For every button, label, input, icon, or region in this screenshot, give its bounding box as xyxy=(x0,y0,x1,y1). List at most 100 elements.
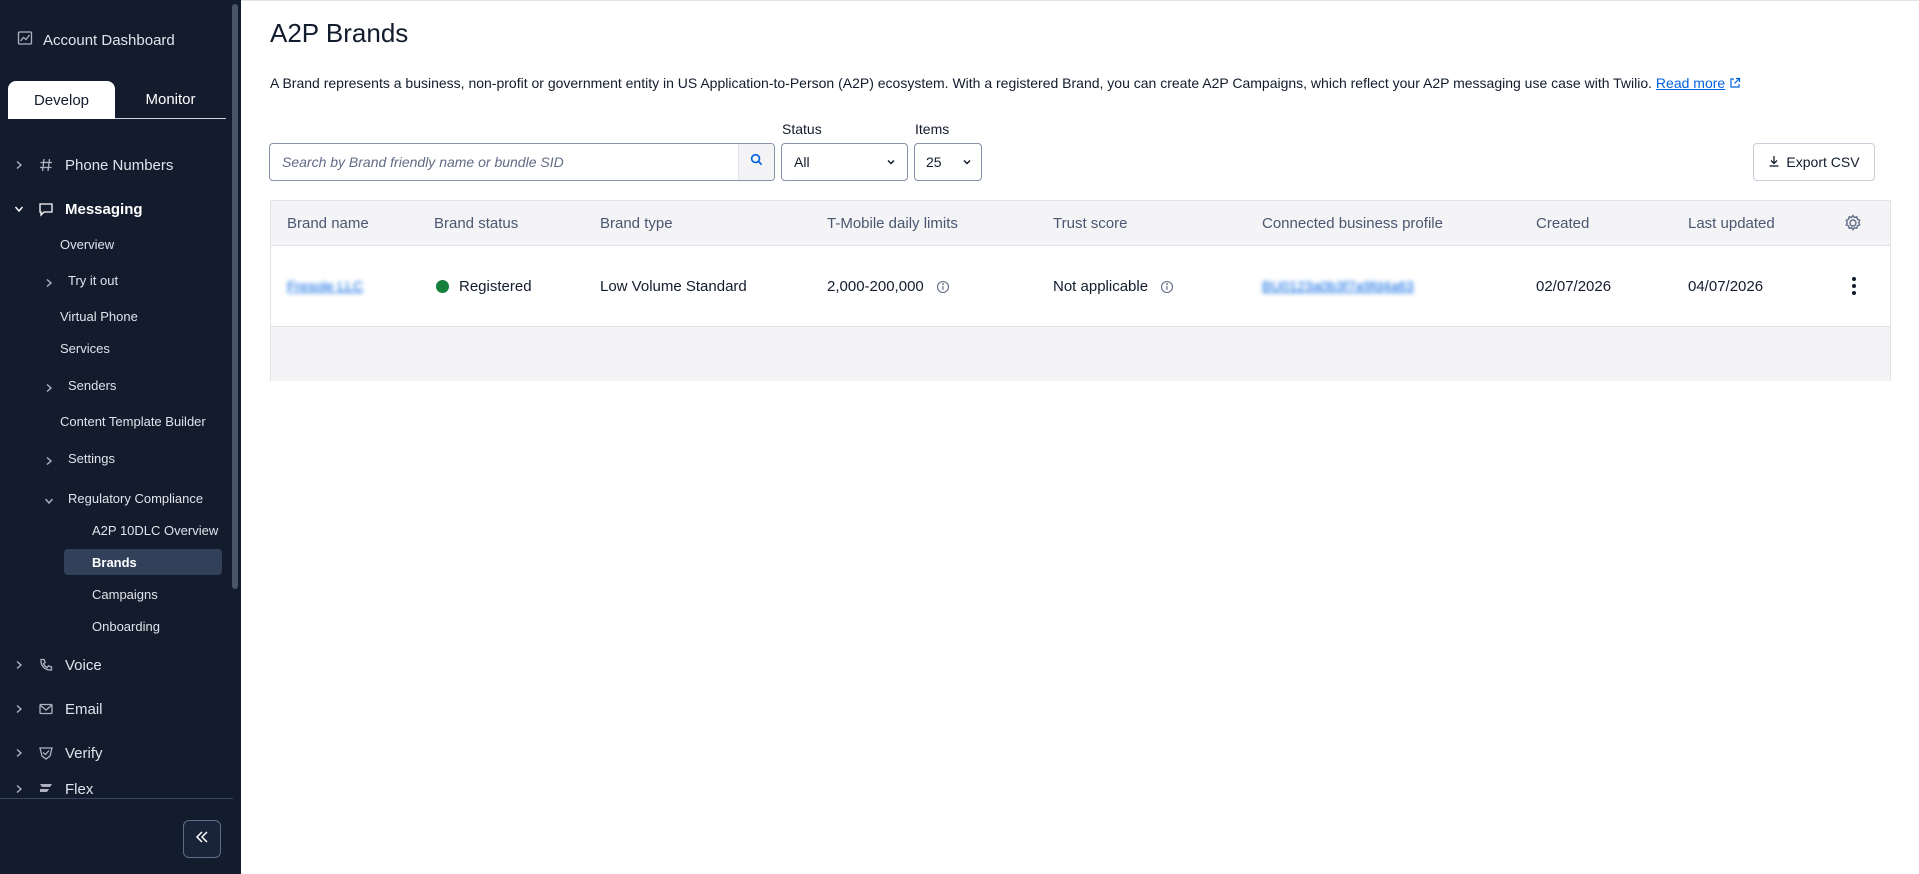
sidebar-divider xyxy=(0,798,233,799)
sidebar-item-a2p-10dlc-overview[interactable]: A2P 10DLC Overview xyxy=(92,523,218,538)
download-icon xyxy=(1768,154,1780,170)
tab-monitor[interactable]: Monitor xyxy=(115,81,226,119)
account-dashboard-link[interactable]: Account Dashboard xyxy=(17,30,175,50)
column-header-created[interactable]: Created xyxy=(1536,215,1589,232)
chevron-right-icon xyxy=(44,453,54,471)
search-placeholder: Search by Brand friendly name or bundle … xyxy=(282,154,564,170)
sidebar-item-voice[interactable]: Voice xyxy=(13,656,102,674)
sidebar-item-label: Voice xyxy=(65,656,102,674)
column-header-brand-type[interactable]: Brand type xyxy=(600,215,673,232)
column-header-tmobile-limits[interactable]: T-Mobile daily limits xyxy=(827,215,958,232)
page-title: A2P Brands xyxy=(270,18,409,48)
status-select-value: All xyxy=(794,154,810,170)
status-registered-icon xyxy=(436,280,449,293)
items-per-page-select[interactable]: 25 xyxy=(914,143,982,181)
sidebar-item-senders[interactable]: Senders xyxy=(68,378,116,393)
sidebar-item-brands[interactable]: Brands xyxy=(92,555,137,570)
collapse-sidebar-button[interactable] xyxy=(183,820,221,858)
chat-icon xyxy=(37,200,55,218)
brand-status-text: Registered xyxy=(459,278,532,295)
sidebar-clip: Flex xyxy=(0,780,233,798)
info-icon[interactable] xyxy=(1160,280,1174,294)
chevron-down-icon xyxy=(44,493,54,511)
description-text: A Brand represents a business, non-profi… xyxy=(270,75,1653,91)
sidebar-item-phone-numbers[interactable]: Phone Numbers xyxy=(13,156,173,174)
sidebar-item-label: Phone Numbers xyxy=(65,156,174,174)
sidebar-item-messaging[interactable]: Messaging xyxy=(13,200,143,218)
items-filter-label: Items xyxy=(915,121,950,137)
flex-icon xyxy=(37,780,55,798)
chevron-right-icon xyxy=(44,275,54,293)
external-link-icon xyxy=(1730,77,1741,88)
sidebar-item-label: Flex xyxy=(65,780,94,798)
chevron-right-icon xyxy=(13,747,25,759)
chevron-right-icon xyxy=(44,380,54,398)
chevron-down-icon xyxy=(963,159,971,165)
mail-icon xyxy=(37,700,55,718)
export-csv-label: Export CSV xyxy=(1786,154,1860,170)
tmobile-limits-text: 2,000-200,000 xyxy=(827,278,924,295)
brand-search-input[interactable]: Search by Brand friendly name or bundle … xyxy=(269,143,775,181)
export-csv-button[interactable]: Export CSV xyxy=(1753,143,1875,181)
hash-icon xyxy=(37,156,55,174)
chevron-down-icon xyxy=(887,159,895,165)
column-header-business-profile[interactable]: Connected business profile xyxy=(1262,215,1443,232)
double-chevron-left-icon xyxy=(194,829,210,850)
trust-score-cell: Not applicable xyxy=(1053,278,1174,295)
sidebar-tabs: Develop Monitor xyxy=(8,81,226,119)
column-header-trust-score[interactable]: Trust score xyxy=(1053,215,1127,232)
sidebar-item-virtual-phone[interactable]: Virtual Phone xyxy=(60,309,138,324)
trust-score-text: Not applicable xyxy=(1053,278,1149,295)
sidebar-item-brands-active[interactable] xyxy=(64,549,222,575)
column-header-brand-status[interactable]: Brand status xyxy=(434,215,518,232)
sidebar-item-onboarding[interactable]: Onboarding xyxy=(92,619,160,634)
chevron-right-icon xyxy=(13,659,25,671)
sidebar-item-label: Verify xyxy=(65,744,103,762)
brand-name-cell: Fresole LLC xyxy=(287,278,363,294)
brand-name-link[interactable]: Fresole LLC xyxy=(287,278,363,294)
created-cell: 02/07/2026 xyxy=(1536,278,1612,295)
table-footer xyxy=(271,327,1890,381)
sidebar-item-label: Email xyxy=(65,700,103,718)
sidebar-item-settings[interactable]: Settings xyxy=(68,451,115,466)
top-border xyxy=(241,0,1919,1)
sidebar: Account Dashboard Develop Monitor Phone … xyxy=(0,0,241,874)
search-button[interactable] xyxy=(738,144,774,180)
gear-icon[interactable] xyxy=(1843,213,1863,233)
last-updated-cell: 04/07/2026 xyxy=(1688,278,1764,295)
status-filter-label: Status xyxy=(782,121,822,137)
sidebar-scrollbar[interactable] xyxy=(232,4,238,589)
business-profile-link[interactable]: BU0123a0b3f7a9fd4a63 xyxy=(1262,278,1414,294)
sidebar-item-try-it-out[interactable]: Try it out xyxy=(68,273,118,288)
page-description: A Brand represents a business, non-profi… xyxy=(270,75,1741,91)
more-options-icon[interactable] xyxy=(1851,276,1857,296)
brand-type-cell: Low Volume Standard xyxy=(600,278,747,295)
sidebar-item-flex[interactable]: Flex xyxy=(13,780,93,798)
verify-shield-icon xyxy=(37,744,55,762)
column-header-brand-name[interactable]: Brand name xyxy=(287,215,369,232)
info-icon[interactable] xyxy=(936,280,950,294)
business-profile-cell: BU0123a0b3f7a9fd4a63 xyxy=(1262,278,1414,294)
chevron-right-icon xyxy=(13,783,25,795)
sidebar-item-regulatory-compliance[interactable]: Regulatory Compliance xyxy=(68,491,203,506)
sidebar-item-campaigns[interactable]: Campaigns xyxy=(92,587,158,602)
chevron-right-icon xyxy=(13,159,25,171)
sidebar-item-services[interactable]: Services xyxy=(60,341,110,356)
status-select[interactable]: All xyxy=(781,143,908,181)
tab-develop[interactable]: Develop xyxy=(8,81,115,119)
chevron-down-icon xyxy=(13,203,25,215)
sidebar-item-email[interactable]: Email xyxy=(13,700,103,718)
dashboard-icon xyxy=(17,30,33,50)
phone-icon xyxy=(37,656,55,674)
sidebar-item-label: Messaging xyxy=(65,200,143,218)
read-more-link[interactable]: Read more xyxy=(1656,75,1725,91)
tmobile-limits-cell: 2,000-200,000 xyxy=(827,278,950,295)
search-icon xyxy=(750,153,763,171)
account-dashboard-label: Account Dashboard xyxy=(43,31,175,49)
sidebar-item-overview[interactable]: Overview xyxy=(60,237,114,252)
table-row: Fresole LLC Registered Low Volume Standa… xyxy=(271,246,1890,327)
sidebar-item-content-template-builder[interactable]: Content Template Builder xyxy=(60,414,206,429)
column-header-last-updated[interactable]: Last updated xyxy=(1688,215,1775,232)
sidebar-item-verify[interactable]: Verify xyxy=(13,744,103,762)
chevron-right-icon xyxy=(13,703,25,715)
